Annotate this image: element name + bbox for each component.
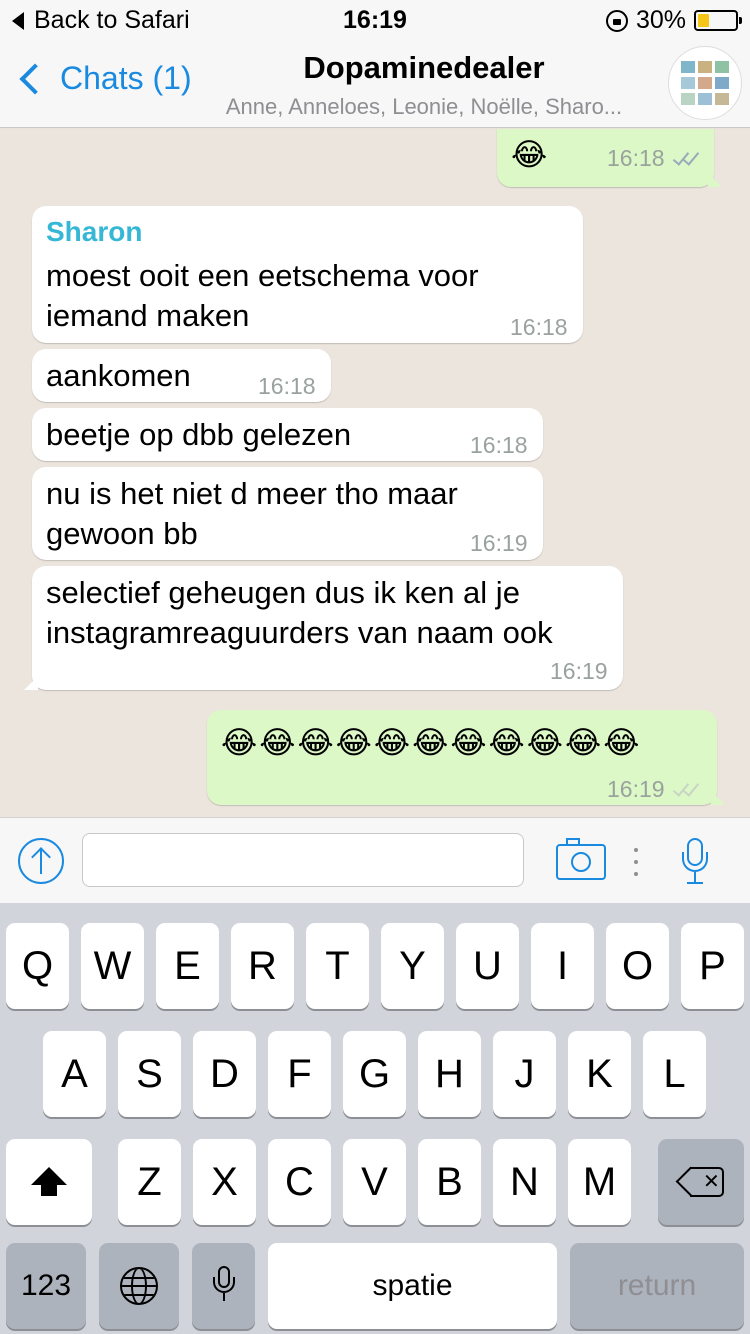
more-dots-icon	[634, 848, 638, 878]
message-text: 😂😂😂😂😂😂😂😂😂😂😂	[221, 725, 642, 760]
attach-icon[interactable]	[18, 838, 64, 884]
status-bar: Back to Safari 16:19 30%	[0, 0, 750, 40]
message-time: 16:19	[470, 530, 528, 556]
chats-back-label: Chats (1)	[60, 60, 192, 96]
microphone-icon[interactable]	[682, 838, 708, 888]
return-key[interactable]: return	[570, 1243, 744, 1329]
message-text: aankomen	[46, 358, 191, 393]
message-input-bar	[0, 817, 750, 903]
message-time: 16:18	[258, 373, 316, 399]
chevron-left-icon	[19, 62, 51, 95]
key-z[interactable]: Z	[118, 1139, 181, 1225]
shift-key[interactable]	[6, 1139, 92, 1225]
message-text: nu is het niet d meer tho maar gewoon bb	[46, 476, 458, 551]
key-p[interactable]: P	[681, 923, 744, 1009]
message-list[interactable]: 😂 16:18 Sharon moest ooit een eetschema …	[0, 129, 750, 817]
message-bubble-incoming[interactable]: Sharon moest ooit een eetschema voor iem…	[32, 206, 583, 343]
key-a[interactable]: A	[43, 1031, 106, 1117]
key-r[interactable]: R	[231, 923, 294, 1009]
message-bubble-incoming[interactable]: beetje op dbb gelezen 16:18	[32, 408, 543, 461]
battery-fill	[698, 14, 709, 27]
message-bubble-incoming[interactable]: nu is het niet d meer tho maar gewoon bb…	[32, 467, 543, 560]
message-input[interactable]	[82, 833, 524, 887]
key-e[interactable]: E	[156, 923, 219, 1009]
key-b[interactable]: B	[418, 1139, 481, 1225]
chats-back-button[interactable]: Chats (1)	[14, 60, 192, 97]
battery-percent: 30%	[635, 6, 686, 34]
key-j[interactable]: J	[493, 1031, 556, 1117]
space-key[interactable]: spatie	[268, 1243, 557, 1329]
message-text: moest ooit een eetschema voor iemand mak…	[46, 258, 479, 333]
key-n[interactable]: N	[493, 1139, 556, 1225]
chat-title[interactable]: Dopaminedealer	[196, 50, 652, 86]
message-bubble-outgoing[interactable]: 😂😂😂😂😂😂😂😂😂😂😂 16:19	[207, 710, 725, 805]
message-bubble-incoming[interactable]: aankomen 16:18	[32, 349, 331, 402]
key-i[interactable]: I	[531, 923, 594, 1009]
message-text: beetje op dbb gelezen	[46, 417, 352, 452]
key-w[interactable]: W	[81, 923, 144, 1009]
dictation-key[interactable]	[192, 1243, 255, 1329]
key-l[interactable]: L	[643, 1031, 706, 1117]
key-f[interactable]: F	[268, 1031, 331, 1117]
key-g[interactable]: G	[343, 1031, 406, 1117]
key-y[interactable]: Y	[381, 923, 444, 1009]
delete-icon: ✕	[675, 1166, 724, 1197]
message-time: 16:18	[470, 432, 528, 458]
message-text: selectief geheugen dus ik ken al je inst…	[46, 575, 553, 650]
key-d[interactable]: D	[193, 1031, 256, 1117]
message-text: 😂	[511, 137, 550, 172]
message-time: 16:18	[607, 145, 665, 171]
key-o[interactable]: O	[606, 923, 669, 1009]
key-k[interactable]: K	[568, 1031, 631, 1117]
message-time: 16:18	[510, 314, 568, 340]
status-indicators: 30%	[605, 6, 742, 35]
message-bubble-incoming[interactable]: selectief geheugen dus ik ken al je inst…	[24, 566, 623, 690]
key-u[interactable]: U	[456, 923, 519, 1009]
key-t[interactable]: T	[306, 923, 369, 1009]
message-time: 16:19	[607, 776, 665, 802]
key-v[interactable]: V	[343, 1139, 406, 1225]
shift-icon	[31, 1167, 67, 1196]
read-receipt-icon	[672, 148, 707, 166]
dictation-icon	[212, 1266, 235, 1306]
globe-key[interactable]	[99, 1243, 179, 1329]
read-receipt-icon	[672, 779, 707, 797]
delete-key[interactable]: ✕	[658, 1139, 744, 1225]
message-time: 16:19	[550, 658, 608, 684]
key-h[interactable]: H	[418, 1031, 481, 1117]
sender-name: Sharon	[46, 216, 143, 247]
lock-icon	[605, 9, 628, 32]
camera-icon[interactable]	[556, 838, 606, 880]
globe-icon	[120, 1267, 158, 1305]
key-q[interactable]: Q	[6, 923, 69, 1009]
key-s[interactable]: S	[118, 1031, 181, 1117]
chat-participants[interactable]: Anne, Anneloes, Leonie, Noëlle, Sharo...	[196, 94, 652, 120]
numbers-key[interactable]: 123	[6, 1243, 86, 1329]
chat-header: Chats (1) Dopaminedealer Anne, Anneloes,…	[0, 40, 750, 128]
keyboard: Q W E R T Y U I O P A S D F G H J K L Z …	[0, 903, 750, 1334]
key-m[interactable]: M	[568, 1139, 631, 1225]
battery-icon	[694, 10, 742, 31]
key-x[interactable]: X	[193, 1139, 256, 1225]
message-bubble-outgoing[interactable]: 😂 16:18	[497, 129, 722, 187]
key-c[interactable]: C	[268, 1139, 331, 1225]
group-avatar[interactable]	[668, 46, 742, 120]
